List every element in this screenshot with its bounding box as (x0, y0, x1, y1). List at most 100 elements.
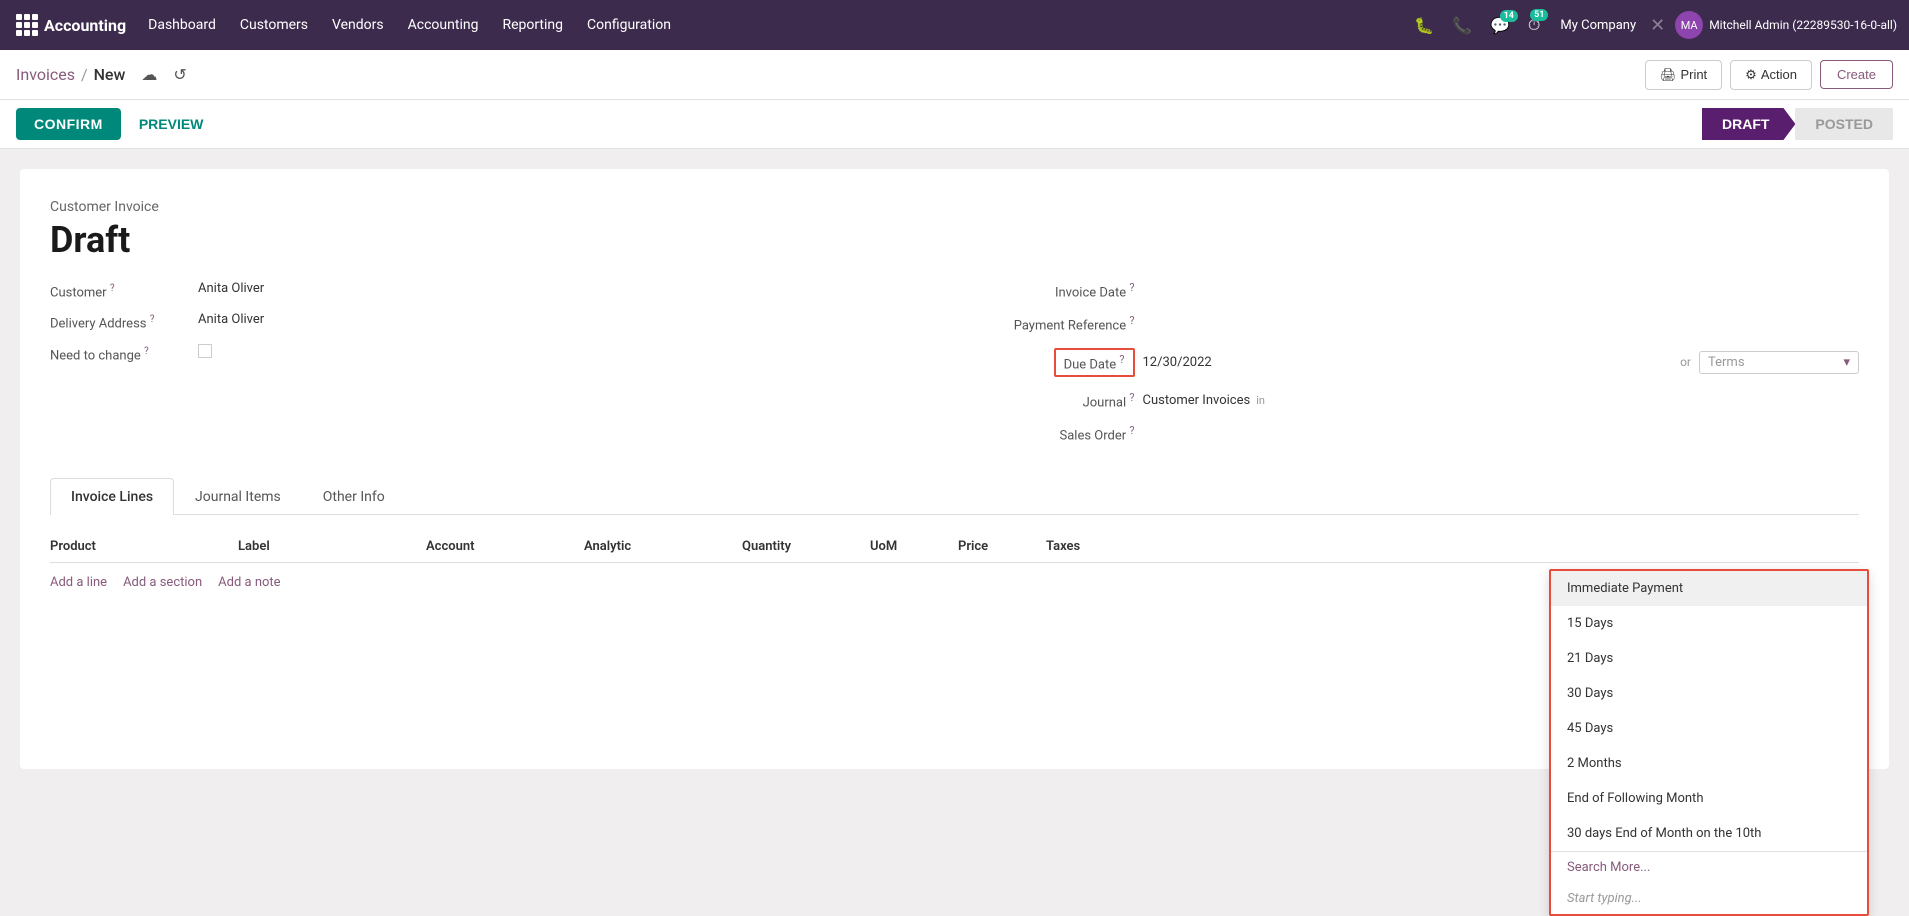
col-product: Product (50, 539, 230, 554)
chevron-down-icon: ▾ (1843, 355, 1850, 370)
dropdown-item-2[interactable]: 21 Days (1551, 641, 1867, 676)
nav-vendors[interactable]: Vendors (322, 11, 394, 39)
create-button[interactable]: Create (1820, 60, 1893, 89)
customer-field-row: Customer ? Anita Oliver (50, 281, 935, 300)
form-title: Draft (50, 219, 1859, 261)
customer-help-icon[interactable]: ? (110, 283, 115, 294)
sales-order-help[interactable]: ? (1129, 424, 1134, 437)
chat-badge: 14 (1500, 10, 1518, 22)
action-label: Action (1761, 67, 1797, 82)
toolbar-right: 🖨 Print ⚙ Action Create (1645, 60, 1893, 90)
add-note-button[interactable]: Add a note (218, 575, 280, 590)
confirm-button[interactable]: CONFIRM (16, 108, 121, 140)
phone-icon-button[interactable]: 📞 (1446, 12, 1478, 39)
add-section-button[interactable]: Add a section (123, 575, 202, 590)
terms-dropdown[interactable]: Terms ▾ (1699, 351, 1859, 374)
due-date-box: Due Date ? (1054, 348, 1135, 377)
need-to-change-field-row: Need to change ? (50, 344, 935, 363)
terms-placeholder: Terms (1708, 355, 1745, 370)
customer-value[interactable]: Anita Oliver (198, 281, 935, 296)
col-analytic: Analytic (584, 539, 734, 554)
add-line-button[interactable]: Add a line (50, 575, 107, 590)
chat-icon-button[interactable]: 💬 14 (1484, 12, 1516, 39)
invoice-date-help[interactable]: ? (1129, 281, 1134, 294)
print-button[interactable]: 🖨 Print (1645, 60, 1722, 90)
terms-dropdown-popup: Immediate Payment 15 Days 21 Days 30 Day… (1549, 569, 1869, 916)
nav-reporting[interactable]: Reporting (492, 11, 573, 39)
gear-icon: ⚙ (1745, 67, 1757, 83)
top-navigation: Accounting Dashboard Customers Vendors A… (0, 0, 1909, 50)
payment-reference-label: Payment Reference ? (975, 314, 1135, 333)
sales-order-row: Sales Order ? (975, 424, 1860, 443)
breadcrumb-current: New (94, 65, 126, 84)
dropdown-item-7[interactable]: 30 days End of Month on the 10th (1551, 816, 1867, 851)
due-date-value[interactable]: 12/30/2022 (1143, 355, 1673, 370)
nav-dashboard[interactable]: Dashboard (138, 11, 226, 39)
dropdown-item-0[interactable]: Immediate Payment (1551, 571, 1867, 606)
app-logo[interactable]: Accounting (8, 14, 134, 36)
user-menu[interactable]: MA Mitchell Admin (22289530-16-0-all) (1671, 11, 1901, 39)
journal-value[interactable]: Customer Invoices (1143, 393, 1251, 408)
customer-label: Customer ? (50, 281, 190, 300)
form-card: Customer Invoice Draft Customer ? Anita … (20, 169, 1889, 769)
dropdown-item-4[interactable]: 45 Days (1551, 711, 1867, 746)
breadcrumb: Invoices / New ☁ ↺ (16, 63, 191, 86)
breadcrumb-bar: Invoices / New ☁ ↺ 🖨 Print ⚙ Action Crea… (0, 50, 1909, 100)
due-date-label: Due Date ? (975, 348, 1135, 377)
printer-icon: 🖨 (1660, 67, 1677, 83)
tab-other-info[interactable]: Other Info (302, 478, 406, 515)
grid-icon (16, 14, 38, 36)
preview-button[interactable]: PREVIEW (129, 108, 214, 140)
dropdown-item-1[interactable]: 15 Days (1551, 606, 1867, 641)
or-label: or (1680, 355, 1691, 369)
form-subtitle: Customer Invoice (50, 199, 1859, 215)
cloud-save-icon[interactable]: ☁ (137, 63, 161, 86)
form-left-column: Customer ? Anita Oliver Delivery Address… (50, 281, 935, 458)
bug-icon-button[interactable]: 🐛 (1408, 12, 1440, 39)
in-label: in (1256, 394, 1265, 407)
need-to-change-checkbox[interactable] (198, 344, 212, 358)
journal-label: Journal ? (975, 391, 1135, 410)
app-name: Accounting (44, 16, 126, 35)
clock-badge: 51 (1530, 9, 1548, 21)
print-label: Print (1680, 67, 1707, 82)
start-typing-hint: Start typing... (1551, 883, 1867, 914)
status-posted-button[interactable]: POSTED (1795, 108, 1893, 140)
delivery-address-value[interactable]: Anita Oliver (198, 312, 935, 327)
user-name: Mitchell Admin (22289530-16-0-all) (1709, 18, 1897, 32)
delivery-address-label: Delivery Address ? (50, 312, 190, 331)
delivery-address-field-row: Delivery Address ? Anita Oliver (50, 312, 935, 331)
main-content: Customer Invoice Draft Customer ? Anita … (0, 149, 1909, 789)
sales-order-label: Sales Order ? (975, 424, 1135, 443)
dropdown-item-3[interactable]: 30 Days (1551, 676, 1867, 711)
nav-customers[interactable]: Customers (230, 11, 318, 39)
dropdown-item-5[interactable]: 2 Months (1551, 746, 1867, 781)
undo-icon[interactable]: ↺ (169, 63, 190, 86)
col-account: Account (426, 539, 576, 554)
tab-invoice-lines[interactable]: Invoice Lines (50, 478, 174, 515)
need-change-help-icon[interactable]: ? (144, 346, 149, 357)
company-selector[interactable]: My Company (1552, 18, 1644, 33)
journal-row: Journal ? Customer Invoices in (975, 391, 1860, 410)
payment-reference-row: Payment Reference ? (975, 314, 1860, 333)
delivery-help-icon[interactable]: ? (150, 314, 155, 325)
nav-configuration[interactable]: Configuration (577, 11, 681, 39)
due-date-help[interactable]: ? (1119, 353, 1124, 366)
payment-ref-help[interactable]: ? (1129, 314, 1134, 327)
dropdown-item-6[interactable]: End of Following Month (1551, 781, 1867, 816)
invoice-date-label: Invoice Date ? (975, 281, 1135, 300)
nav-separator: ✕ (1650, 15, 1665, 36)
invoice-date-row: Invoice Date ? (975, 281, 1860, 300)
breadcrumb-icons: ☁ ↺ (137, 63, 190, 86)
journal-help[interactable]: ? (1129, 391, 1134, 404)
tab-journal-items[interactable]: Journal Items (174, 478, 302, 515)
clock-icon-button[interactable]: ⏱ 51 (1522, 11, 1546, 39)
form-right-column: Invoice Date ? Payment Reference ? (975, 281, 1860, 458)
form-header: Customer Invoice Draft (50, 199, 1859, 261)
action-button[interactable]: ⚙ Action (1730, 60, 1812, 90)
col-label: Label (238, 539, 418, 554)
status-draft-button[interactable]: DRAFT (1702, 108, 1795, 140)
breadcrumb-parent[interactable]: Invoices (16, 65, 75, 84)
nav-accounting[interactable]: Accounting (398, 11, 489, 39)
search-more-link[interactable]: Search More... (1551, 852, 1867, 883)
